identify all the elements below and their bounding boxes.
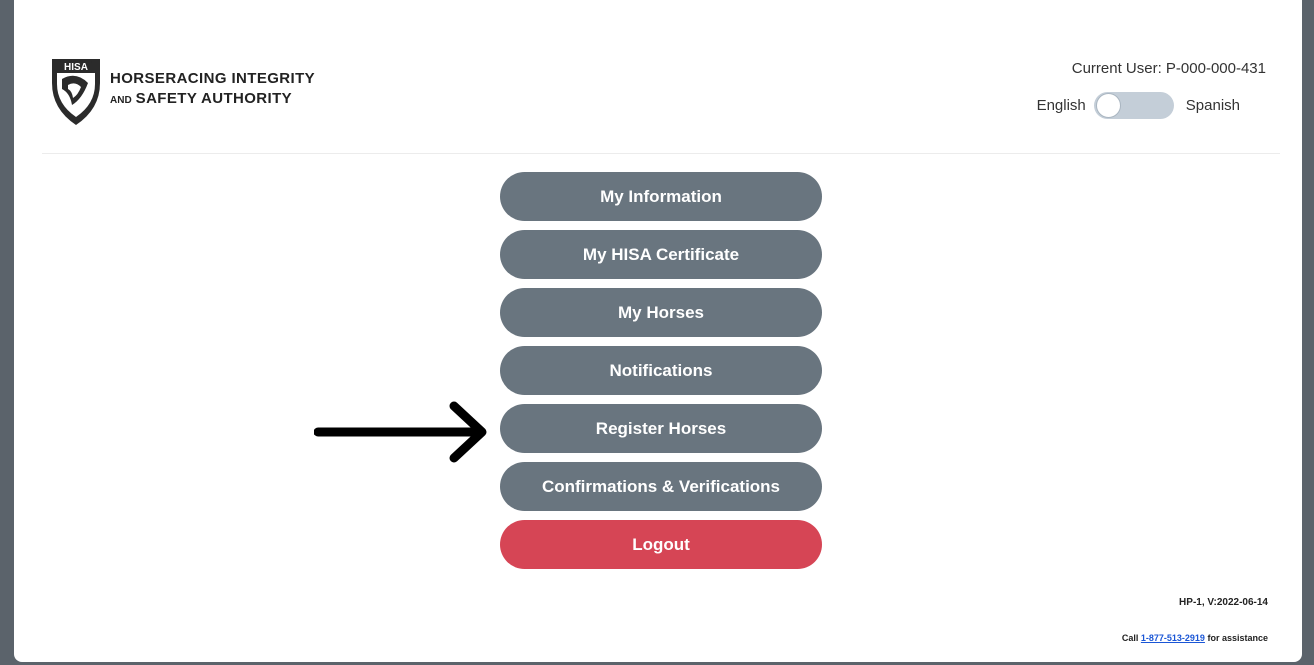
logo-line1: HORSERACING INTEGRITY xyxy=(110,70,316,87)
my-horses-button[interactable]: My Horses xyxy=(500,288,822,337)
assistance-text: Call 1-877-513-2919 for assistance xyxy=(1122,633,1268,643)
help-suffix: for assistance xyxy=(1207,633,1268,643)
main-menu: My Information My HISA Certificate My Ho… xyxy=(500,172,822,578)
lang-english-label: English xyxy=(1036,97,1086,114)
logo-line2-main: SAFETY AUTHORITY xyxy=(135,90,293,107)
hisa-logo[interactable]: HISA HORSERACING INTEGRITY AND SAFETY AUT… xyxy=(48,53,315,127)
notifications-button[interactable]: Notifications xyxy=(500,346,822,395)
phone-link[interactable]: 1-877-513-2919 xyxy=(1141,633,1205,643)
language-toggle[interactable] xyxy=(1093,92,1174,119)
my-hisa-certificate-button[interactable]: My HISA Certificate xyxy=(500,230,822,279)
logout-button[interactable]: Logout xyxy=(500,520,822,569)
version-text: HP-1, V:2022-06-14 xyxy=(1179,597,1268,608)
header-divider xyxy=(42,153,1280,154)
confirmations-verifications-button[interactable]: Confirmations & Verifications xyxy=(500,462,822,511)
hisa-shield-logo-icon: HISA xyxy=(48,53,104,127)
logo-line2-prefix: AND xyxy=(110,95,132,106)
logo-badge-text: HISA xyxy=(64,62,88,73)
toggle-knob xyxy=(1095,93,1121,118)
help-prefix: Call xyxy=(1121,633,1139,643)
register-horses-button[interactable]: Register Horses xyxy=(500,404,822,453)
arrow-right-icon xyxy=(313,400,494,471)
main-card: HISA HORSERACING INTEGRITY AND SAFETY AUT… xyxy=(14,0,1302,662)
my-information-button[interactable]: My Information xyxy=(500,172,822,221)
current-user-label: Current User: P-000-000-431 xyxy=(1071,60,1266,77)
language-switch: English Spanish xyxy=(1037,92,1240,119)
lang-spanish-label: Spanish xyxy=(1185,97,1240,114)
